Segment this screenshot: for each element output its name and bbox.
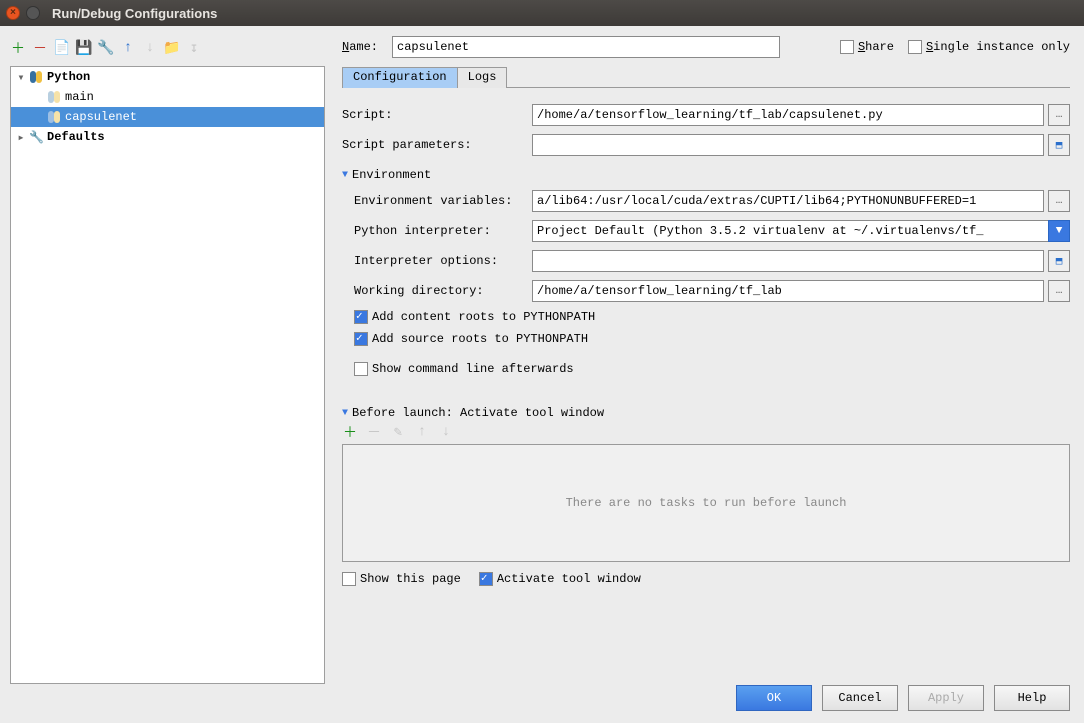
pyinterp-label: Python interpreter:: [354, 224, 532, 238]
window-close-button[interactable]: ×: [6, 6, 20, 20]
ok-button[interactable]: OK: [736, 685, 812, 711]
script-params-label: Script parameters:: [342, 138, 532, 152]
remove-config-icon[interactable]: －: [32, 40, 48, 56]
edit-envvars-button[interactable]: …: [1048, 190, 1070, 212]
triangle-down-icon: ▼: [342, 408, 348, 419]
python-icon: [47, 90, 61, 104]
script-input[interactable]: [532, 104, 1044, 126]
single-instance-label: Single instance only: [926, 40, 1070, 54]
task-down-icon: ↓: [438, 424, 454, 440]
folder-icon: 📁: [164, 40, 180, 56]
activate-tool-window-checkbox[interactable]: [479, 572, 493, 586]
single-instance-checkbox[interactable]: [908, 40, 922, 54]
edit-task-icon: ✎: [390, 424, 406, 440]
tab-logs[interactable]: Logs: [457, 67, 508, 88]
name-label: Name:: [342, 40, 392, 54]
copy-config-icon[interactable]: 📄: [54, 40, 70, 56]
add-source-roots-label: Add source roots to PYTHONPATH: [372, 332, 588, 346]
window-minimize-button[interactable]: [26, 6, 40, 20]
sort-icon: ↧: [186, 40, 202, 56]
add-source-roots-checkbox[interactable]: [354, 332, 368, 346]
name-input[interactable]: [392, 36, 780, 58]
save-config-icon[interactable]: 💾: [76, 40, 92, 56]
tree-label: main: [65, 90, 94, 104]
dialog-footer: OK Cancel Apply Help: [736, 685, 1070, 711]
before-launch-toolbar: ＋ － ✎ ↑ ↓: [342, 424, 1070, 440]
add-task-icon[interactable]: ＋: [342, 424, 358, 440]
tree-node-python[interactable]: ▾ Python: [11, 67, 324, 87]
expand-params-button[interactable]: ⬒: [1048, 134, 1070, 156]
show-this-page-label: Show this page: [360, 572, 461, 586]
add-content-roots-checkbox[interactable]: [354, 310, 368, 324]
cancel-button[interactable]: Cancel: [822, 685, 898, 711]
tree-node-defaults[interactable]: ▸ 🔧 Defaults: [11, 127, 324, 147]
config-toolbar: ＋ － 📄 💾 🔧 ↑ ↓ 📁 ↧: [10, 36, 325, 60]
show-cmd-afterwards-label: Show command line afterwards: [372, 362, 574, 376]
wrench-icon: 🔧: [29, 130, 43, 144]
chevron-down-icon[interactable]: ▾: [15, 70, 27, 85]
before-launch-section-header[interactable]: ▼ Before launch: Activate tool window: [342, 406, 1070, 420]
config-tree[interactable]: ▾ Python main capsulenet ▸ 🔧 Defaults: [10, 66, 325, 684]
before-launch-header-label: Before launch: Activate tool window: [352, 406, 604, 420]
environment-header-label: Environment: [352, 168, 431, 182]
tree-node-main[interactable]: main: [11, 87, 324, 107]
tab-configuration[interactable]: Configuration: [342, 67, 458, 88]
python-icon: [47, 110, 61, 124]
tree-label: capsulenet: [65, 110, 137, 124]
pyinterp-select[interactable]: [532, 220, 1048, 242]
interpopts-label: Interpreter options:: [354, 254, 532, 268]
apply-button: Apply: [908, 685, 984, 711]
window-title: Run/Debug Configurations: [52, 6, 217, 21]
workdir-label: Working directory:: [354, 284, 532, 298]
browse-script-button[interactable]: …: [1048, 104, 1070, 126]
tree-label: Defaults: [47, 130, 105, 144]
show-this-page-checkbox[interactable]: [342, 572, 356, 586]
expand-interpopts-button[interactable]: ⬒: [1048, 250, 1070, 272]
tree-label: Python: [47, 70, 90, 84]
script-label: Script:: [342, 108, 532, 122]
share-checkbox[interactable]: [840, 40, 854, 54]
settings-wrench-icon[interactable]: 🔧: [98, 40, 114, 56]
remove-task-icon: －: [366, 424, 382, 440]
empty-task-text: There are no tasks to run before launch: [566, 496, 847, 510]
tree-node-capsulenet[interactable]: capsulenet: [11, 107, 324, 127]
name-row: Name: Share Single instance only: [342, 36, 1070, 58]
before-launch-task-list[interactable]: There are no tasks to run before launch: [342, 444, 1070, 562]
add-config-icon[interactable]: ＋: [10, 40, 26, 56]
envvars-input[interactable]: [532, 190, 1044, 212]
pyinterp-dropdown-button[interactable]: ▼: [1048, 220, 1070, 242]
workdir-input[interactable]: [532, 280, 1044, 302]
interpopts-input[interactable]: [532, 250, 1044, 272]
show-cmd-afterwards-checkbox[interactable]: [354, 362, 368, 376]
titlebar: × Run/Debug Configurations: [0, 0, 1084, 26]
triangle-down-icon: ▼: [342, 170, 348, 181]
task-up-icon: ↑: [414, 424, 430, 440]
move-up-icon[interactable]: ↑: [120, 40, 136, 56]
chevron-right-icon[interactable]: ▸: [15, 130, 27, 145]
share-label: Share: [858, 40, 894, 54]
activate-tool-window-label: Activate tool window: [497, 572, 641, 586]
environment-section-header[interactable]: ▼ Environment: [342, 168, 1070, 182]
envvars-label: Environment variables:: [354, 194, 532, 208]
help-button[interactable]: Help: [994, 685, 1070, 711]
browse-workdir-button[interactable]: …: [1048, 280, 1070, 302]
tabs: Configuration Logs: [342, 66, 1070, 88]
python-icon: [29, 70, 43, 84]
move-down-icon: ↓: [142, 40, 158, 56]
add-content-roots-label: Add content roots to PYTHONPATH: [372, 310, 595, 324]
script-params-input[interactable]: [532, 134, 1044, 156]
